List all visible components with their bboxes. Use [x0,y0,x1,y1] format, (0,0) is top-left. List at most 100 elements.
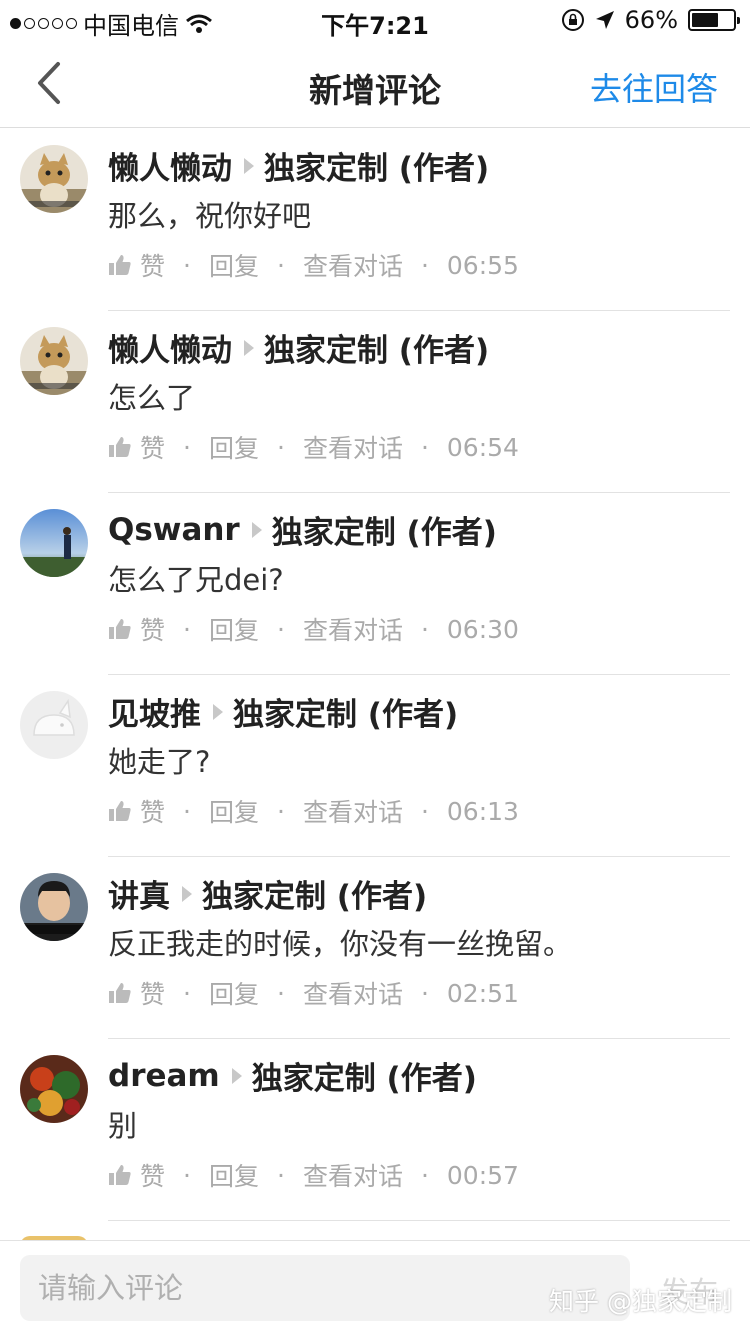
comment-item[interactable]: 懒人懒动 独家定制 (作者) 那么，祝你好吧赞 · 回复 · 查看对话 · 06:55 [0,129,750,311]
comment-text: 怎么了 [108,381,196,415]
comment-time: 00:57 [446,1160,519,1190]
separator-dot: · [420,796,429,826]
separator-dot: · [276,614,285,644]
reply-target[interactable]: 独家定制 (作者) [202,871,427,916]
view-conversation-button[interactable]: 查看对话 [303,793,403,829]
comment-text: 她走了? [108,745,211,779]
separator-dot: · [183,978,191,1008]
comment-time: 06:30 [446,614,519,644]
comment-text: 反正我走的时候，你没有一丝挽留。 [108,927,573,961]
triangle-right-icon [213,703,223,720]
thumbs-up-icon[interactable] [108,617,132,641]
separator-dot: · [276,1160,285,1190]
comment-actions: 赞 · 回复 · 查看对话 · 06:55 [108,247,519,283]
like-button[interactable]: 赞 [140,429,165,465]
status-bar: 中国电信 下午7:21 66% [0,0,750,40]
reply-button[interactable]: 回复 [209,793,259,829]
avatar[interactable] [20,691,88,759]
thumbs-up-icon[interactable] [108,253,132,277]
avatar[interactable] [20,145,88,213]
comment-item[interactable]: 懒人懒动 独家定制 (作者) 怎么了赞 · 回复 · 查看对话 · 06:54 [0,311,750,493]
separator-dot: · [276,432,285,462]
comment-item[interactable]: 讲真 独家定制 (作者) 反正我走的时候，你没有一丝挽留。赞 · 回复 · 查看对话 · 02:… [0,857,750,1039]
triangle-right-icon [182,885,192,902]
like-button[interactable]: 赞 [140,611,165,647]
reply-target[interactable]: 独家定制 (作者) [264,143,489,188]
comment-item[interactable]: 见坡推 独家定制 (作者) 她走了? 赞 · 回复 · 查看对话 · 06:13 [0,675,750,857]
separator-dot: · [420,1160,429,1190]
reply-button[interactable]: 回复 [209,975,259,1011]
reply-target[interactable]: 独家定制 (作者) [233,689,458,734]
comment-header: 见坡推 独家定制 (作者) [108,689,458,734]
author-name[interactable]: 懒人懒动 [108,325,232,370]
reply-button[interactable]: 回复 [209,247,259,283]
triangle-right-icon [244,157,254,174]
comment-header: 懒人懒动 独家定制 (作者) [108,143,489,188]
comment-composer: 发布 知乎 @独家定制 [0,1240,750,1334]
orientation-lock-icon [561,9,584,31]
reply-target[interactable]: 独家定制 (作者) [272,507,497,552]
go-to-answer-button[interactable]: 去往回答 [590,64,718,110]
thumbs-up-icon[interactable] [108,799,132,823]
author-name[interactable]: dream [108,1058,220,1094]
comment-actions: 赞 · 回复 · 查看对话 · 06:13 [108,793,519,829]
reply-button[interactable]: 回复 [209,429,259,465]
reply-target[interactable]: 独家定制 (作者) [252,1053,477,1098]
battery-icon [688,9,740,31]
separator-dot: · [183,432,191,462]
author-name[interactable]: 懒人懒动 [108,143,232,188]
comment-item[interactable]: Qswanr 独家定制 (作者) 怎么了兄dei? 赞 · 回复 · 查看对话 · 06:30 [0,493,750,675]
like-button[interactable]: 赞 [140,1157,165,1193]
separator-dot: · [276,978,285,1008]
like-button[interactable]: 赞 [140,975,165,1011]
triangle-right-icon [231,1067,242,1084]
view-conversation-button[interactable]: 查看对话 [303,975,403,1011]
comment-actions: 赞 · 回复 · 查看对话 · 06:54 [108,429,519,465]
avatar[interactable] [20,509,88,577]
comment-time: 06:13 [446,796,519,826]
thumbs-up-icon[interactable] [108,981,132,1005]
separator-dot: · [183,1160,191,1190]
triangle-right-icon [244,339,254,356]
avatar[interactable] [20,327,88,395]
thumbs-up-icon[interactable] [108,435,132,459]
comment-text: 怎么了兄dei? [108,563,284,597]
separator-dot: · [276,250,285,280]
comment-header: Qswanr 独家定制 (作者) [108,507,497,552]
triangle-right-icon [251,521,262,538]
avatar[interactable] [20,1055,88,1123]
comment-header: 懒人懒动 独家定制 (作者) [108,325,489,370]
divider [108,1220,730,1221]
view-conversation-button[interactable]: 查看对话 [303,611,403,647]
comment-actions: 赞 · 回复 · 查看对话 · 06:30 [108,611,519,647]
view-conversation-button[interactable]: 查看对话 [303,1157,403,1193]
comment-actions: 赞 · 回复 · 查看对话 · 00:57 [108,1157,519,1193]
navigation-bar: 新增评论 去往回答 [0,40,750,128]
avatar[interactable] [20,873,88,941]
comment-time: 02:51 [446,978,519,1008]
reply-button[interactable]: 回复 [209,611,259,647]
author-name[interactable]: 见坡推 [108,689,201,734]
separator-dot: · [183,614,191,644]
comment-header: 讲真 独家定制 (作者) [108,871,427,916]
view-conversation-button[interactable]: 查看对话 [303,247,403,283]
view-conversation-button[interactable]: 查看对话 [303,429,403,465]
comment-input[interactable] [20,1255,630,1321]
separator-dot: · [420,432,429,462]
comment-item[interactable]: dream 独家定制 (作者) 别赞 · 回复 · 查看对话 · 00:57 [0,1039,750,1221]
comment-text: 那么，祝你好吧 [108,199,312,233]
battery-level [692,13,719,27]
watermark: 知乎 @独家定制 [549,1287,732,1316]
like-button[interactable]: 赞 [140,793,165,829]
comment-list: 懒人懒动 独家定制 (作者) 那么，祝你好吧赞 · 回复 · 查看对话 · 06:55 懒人懒动独… [0,129,750,1221]
comment-time: 06:54 [446,432,519,462]
reply-target[interactable]: 独家定制 (作者) [264,325,489,370]
thumbs-up-icon[interactable] [108,1163,132,1187]
author-name[interactable]: Qswanr [108,512,240,548]
author-name[interactable]: 讲真 [108,871,170,916]
location-arrow-icon [595,11,614,29]
like-button[interactable]: 赞 [140,247,165,283]
battery-percent: 66% [624,6,678,34]
reply-button[interactable]: 回复 [209,1157,259,1193]
separator-dot: · [276,796,285,826]
